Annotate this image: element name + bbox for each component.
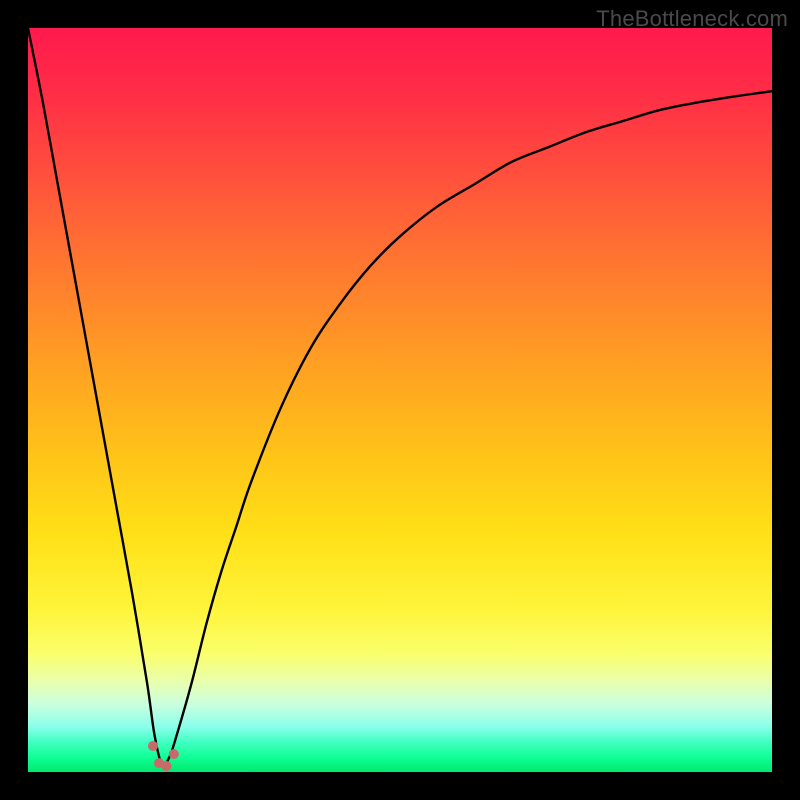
optimum-markers — [153, 746, 174, 766]
watermark-text: TheBottleneck.com — [596, 6, 788, 32]
plot-area — [28, 28, 772, 772]
bottleneck-curve — [28, 28, 772, 766]
chart-frame: TheBottleneck.com — [0, 0, 800, 800]
curve-layer — [28, 28, 772, 772]
